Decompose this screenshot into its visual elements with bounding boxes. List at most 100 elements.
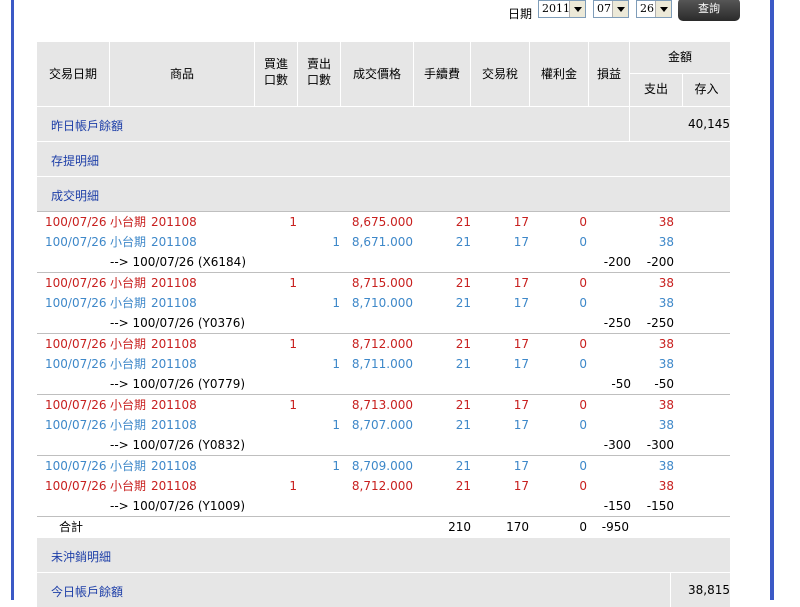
trades-section[interactable]: 成交明細 [37, 176, 730, 211]
day-value: 26 [640, 2, 654, 15]
open-positions-section[interactable]: 未沖銷明細 [37, 537, 730, 572]
chevron-down-icon[interactable] [655, 1, 671, 17]
col-sell-qty-line2: 口數 [306, 73, 331, 87]
offset-row: --> 100/07/26 (Y1009) -150 -150 [37, 496, 730, 516]
col-expense: 支出 [643, 82, 668, 96]
cell-price: 8,710.000 [351, 296, 413, 310]
cell-date: 100/07/26 [45, 398, 107, 412]
summary-royalty: 0 [579, 520, 587, 534]
cell-expense: 38 [658, 418, 674, 432]
col-fee: 手續費 [423, 67, 460, 81]
table-row: 100/07/26 小台期 201108 1 8,713.000 21 17 0 38 [37, 394, 730, 415]
cell-expense: 38 [658, 337, 674, 351]
cell-price: 8,709.000 [351, 459, 413, 473]
cell-buy: 1 [289, 276, 297, 290]
cell-sell: 1 [332, 357, 340, 371]
table-row: 100/07/26 小台期 201108 1 8,707.000 21 17 0 38 [37, 415, 730, 435]
cell-date: 100/07/26 [45, 235, 107, 249]
cell-price: 8,712.000 [351, 337, 413, 351]
cell-sell: 1 [332, 459, 340, 473]
deposit-withdraw-section[interactable]: 存提明細 [37, 141, 730, 176]
cell-month: 201108 [151, 215, 197, 229]
query-button[interactable]: 查詢 [678, 0, 740, 21]
table-row: 100/07/26 小台期 201108 1 8,671.000 21 17 0 38 [37, 232, 730, 252]
cell-price: 8,715.000 [351, 276, 413, 290]
cell-expense: -250 [646, 316, 674, 330]
trades-label[interactable]: 成交明細 [51, 187, 99, 204]
date-label: 日期 [508, 7, 533, 21]
day-select[interactable]: 26 [636, 0, 672, 18]
cell-month: 201108 [151, 337, 197, 351]
cell-product: 小台期 [110, 398, 147, 412]
cell-tax: 17 [513, 357, 529, 371]
cell-buy: 1 [289, 479, 297, 493]
chevron-down-icon[interactable] [612, 1, 628, 17]
cell-tax: 17 [513, 296, 529, 310]
col-price: 成交價格 [352, 67, 401, 81]
cell-offset-ref: --> 100/07/26 (Y1009) [110, 499, 246, 513]
offset-row: --> 100/07/26 (Y0779) -50 -50 [37, 374, 730, 394]
cell-fee: 21 [455, 418, 471, 432]
cell-fee: 21 [455, 479, 471, 493]
cell-price: 8,713.000 [351, 398, 413, 412]
cell-buy: 1 [289, 337, 297, 351]
cell-sell: 1 [332, 296, 340, 310]
deposit-withdraw-label[interactable]: 存提明細 [51, 152, 99, 169]
cell-expense: 38 [658, 459, 674, 473]
cell-pnl: -150 [603, 499, 631, 513]
year-select[interactable]: 2011 [538, 0, 586, 18]
month-select[interactable]: 07 [593, 0, 629, 18]
cell-product: 小台期 [110, 418, 147, 432]
cell-expense: 38 [658, 235, 674, 249]
offset-row: --> 100/07/26 (X6184) -200 -200 [37, 252, 730, 272]
cell-product: 小台期 [110, 337, 147, 351]
window-frame-right [770, 0, 800, 600]
cell-expense: 38 [658, 479, 674, 493]
cell-expense: -300 [646, 438, 674, 452]
cell-fee: 21 [455, 276, 471, 290]
cell-product: 小台期 [110, 235, 147, 249]
chevron-down-icon[interactable] [569, 1, 585, 17]
prev-balance-row: 昨日帳戶餘額 40,145 [37, 106, 730, 141]
cell-sell: 1 [332, 235, 340, 249]
open-positions-label[interactable]: 未沖銷明細 [51, 548, 111, 565]
cell-date: 100/07/26 [45, 276, 107, 290]
cell-offset-ref: --> 100/07/26 (Y0832) [110, 438, 246, 452]
table-row: 100/07/26 小台期 201108 1 8,712.000 21 17 0 38 [37, 476, 730, 496]
today-balance-value: 38,815 [688, 583, 730, 597]
col-sell-qty: 賣出 口數 [298, 56, 340, 88]
table-row: 100/07/26 小台期 201108 1 8,711.000 21 17 0 38 [37, 354, 730, 374]
cell-tax: 17 [513, 418, 529, 432]
cell-date: 100/07/26 [45, 459, 107, 473]
table-row: 100/07/26 小台期 201108 1 8,709.000 21 17 0 38 [37, 455, 730, 476]
cell-expense: -150 [646, 499, 674, 513]
prev-balance-label: 昨日帳戶餘額 [51, 119, 124, 133]
cell-product: 小台期 [110, 479, 147, 493]
cell-pnl: -50 [611, 377, 631, 391]
table-row: 100/07/26 小台期 201108 1 8,710.000 21 17 0 38 [37, 293, 730, 313]
offset-row: --> 100/07/26 (Y0376) -250 -250 [37, 313, 730, 333]
cell-fee: 21 [455, 357, 471, 371]
cell-expense: 38 [658, 357, 674, 371]
cell-date: 100/07/26 [45, 479, 107, 493]
col-sell-qty-line1: 賣出 [306, 57, 331, 71]
cell-month: 201108 [151, 276, 197, 290]
cell-expense: 38 [658, 296, 674, 310]
cell-tax: 17 [513, 235, 529, 249]
col-buy-qty-line1: 買進 [263, 57, 288, 71]
summary-row: 合計 210 170 0 -950 [37, 516, 730, 537]
cell-month: 201108 [151, 357, 197, 371]
cell-fee: 21 [455, 215, 471, 229]
cell-tax: 17 [513, 398, 529, 412]
cell-product: 小台期 [110, 357, 147, 371]
trade-rows: 100/07/26 小台期 201108 1 8,675.000 21 17 0 38 100/0… [37, 211, 730, 516]
cell-price: 8,712.000 [351, 479, 413, 493]
cell-date: 100/07/26 [45, 215, 107, 229]
cell-price: 8,675.000 [351, 215, 413, 229]
cell-offset-ref: --> 100/07/26 (Y0779) [110, 377, 246, 391]
cell-royalty: 0 [579, 235, 587, 249]
cell-fee: 21 [455, 337, 471, 351]
cell-pnl: -200 [603, 255, 631, 269]
cell-tax: 17 [513, 337, 529, 351]
col-product: 商品 [169, 67, 194, 81]
